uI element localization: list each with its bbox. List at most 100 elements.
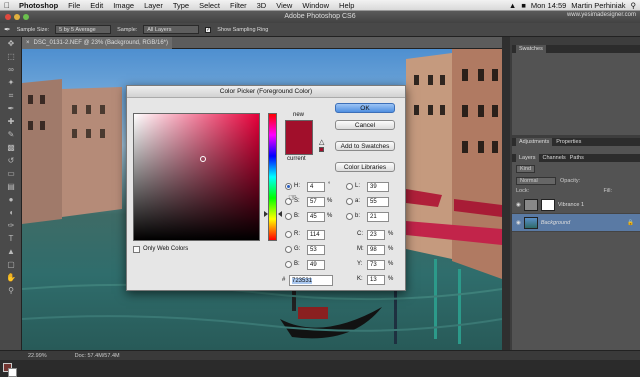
layer-row[interactable]: ◉ Background 🔒 bbox=[512, 214, 640, 232]
minimize-icon[interactable] bbox=[14, 14, 20, 20]
visibility-eye-icon[interactable]: ◉ bbox=[516, 202, 521, 208]
gradient-tool-icon[interactable]: ▤ bbox=[3, 181, 19, 193]
current-color-swatch[interactable] bbox=[285, 138, 313, 155]
saturation-brightness-field[interactable] bbox=[133, 113, 260, 241]
a-radio[interactable] bbox=[346, 198, 353, 205]
web-safe-swatch[interactable] bbox=[319, 147, 324, 152]
color-libraries-button[interactable]: Color Libraries bbox=[335, 162, 395, 172]
lasso-tool-icon[interactable]: ∞ bbox=[3, 64, 19, 76]
cyan-field[interactable]: 23 bbox=[367, 230, 385, 240]
layer-name[interactable]: Background bbox=[541, 220, 570, 226]
menu-filter[interactable]: Filter bbox=[225, 1, 252, 10]
menu-select[interactable]: Select bbox=[194, 1, 225, 10]
brush-tool-icon[interactable]: ✎ bbox=[3, 129, 19, 141]
red-radio[interactable] bbox=[285, 231, 292, 238]
quick-select-tool-icon[interactable]: ✦ bbox=[3, 77, 19, 89]
hue-slider[interactable] bbox=[268, 113, 277, 241]
ok-button[interactable]: OK bbox=[335, 103, 395, 113]
search-icon[interactable]: ⚲ bbox=[631, 1, 637, 10]
apple-menu-icon[interactable]:  bbox=[0, 1, 14, 10]
close-tab-icon[interactable]: × bbox=[26, 37, 30, 49]
menu-window[interactable]: Window bbox=[297, 1, 334, 10]
visibility-eye-icon[interactable]: ◉ bbox=[516, 220, 521, 226]
hue-radio[interactable] bbox=[285, 183, 292, 190]
eyedropper-icon[interactable]: ✒ bbox=[4, 25, 11, 34]
brightness-radio[interactable] bbox=[285, 213, 292, 220]
lab-b-radio[interactable] bbox=[346, 213, 353, 220]
sample-size-select[interactable]: 5 by 5 Average bbox=[55, 25, 112, 34]
sampling-ring-checkbox[interactable]: ✓ bbox=[205, 26, 212, 33]
wifi-icon[interactable]: ▲ bbox=[509, 1, 516, 10]
tab-swatches[interactable]: Swatches bbox=[516, 45, 546, 53]
flag-icon[interactable]: ■ bbox=[521, 1, 526, 10]
green-radio[interactable] bbox=[285, 246, 292, 253]
user-name[interactable]: Martin Perhiniak bbox=[571, 1, 625, 10]
blue-radio[interactable] bbox=[285, 261, 292, 268]
menu-file[interactable]: File bbox=[63, 1, 85, 10]
l-radio[interactable] bbox=[346, 183, 353, 190]
tab-paths[interactable]: Paths bbox=[570, 155, 584, 161]
menu-photoshop[interactable]: Photoshop bbox=[14, 1, 63, 10]
layer-name[interactable]: Vibrance 1 bbox=[558, 202, 584, 208]
pen-tool-icon[interactable]: ✑ bbox=[3, 220, 19, 232]
sample-select[interactable]: All Layers bbox=[143, 25, 200, 34]
menu-type[interactable]: Type bbox=[168, 1, 194, 10]
healing-tool-icon[interactable]: ✚ bbox=[3, 116, 19, 128]
path-select-tool-icon[interactable]: ▲ bbox=[3, 246, 19, 258]
type-tool-icon[interactable]: T bbox=[3, 233, 19, 245]
hue-slider-handle-right[interactable] bbox=[278, 211, 282, 217]
blur-tool-icon[interactable]: ● bbox=[3, 194, 19, 206]
tab-channels[interactable]: Channels bbox=[543, 155, 566, 161]
adjustment-thumb bbox=[523, 198, 538, 211]
tab-layers[interactable]: Layers bbox=[516, 154, 539, 162]
tab-adjustments[interactable]: Adjustments bbox=[516, 138, 553, 146]
hue-field[interactable]: 4 bbox=[307, 182, 325, 192]
blend-mode-select[interactable]: Normal bbox=[516, 177, 556, 185]
magenta-field[interactable]: 98 bbox=[367, 245, 385, 255]
document-tab[interactable]: × DSC_0131-2.NEF @ 23% (Background, RGB/… bbox=[22, 36, 172, 49]
eraser-tool-icon[interactable]: ▭ bbox=[3, 168, 19, 180]
only-web-colors-checkbox[interactable] bbox=[133, 246, 140, 253]
layer-filter-kind[interactable]: Kind bbox=[516, 165, 536, 173]
app-title: Adobe Photoshop CS6 bbox=[0, 11, 640, 23]
menu-3d[interactable]: 3D bbox=[252, 1, 272, 10]
current-color-label: current bbox=[287, 156, 306, 162]
shape-tool-icon[interactable]: ▢ bbox=[3, 259, 19, 271]
menu-image[interactable]: Image bbox=[108, 1, 139, 10]
blue-field[interactable]: 49 bbox=[307, 260, 325, 270]
green-field[interactable]: 53 bbox=[307, 245, 325, 255]
zoom-icon[interactable] bbox=[23, 14, 29, 20]
cancel-button[interactable]: Cancel bbox=[335, 120, 395, 130]
move-tool-icon[interactable]: ✥ bbox=[3, 38, 19, 50]
hue-slider-handle-left[interactable] bbox=[264, 211, 268, 217]
lab-a-field[interactable]: 55 bbox=[367, 197, 389, 207]
saturation-field[interactable]: 57 bbox=[307, 197, 325, 207]
history-brush-icon[interactable]: ↺ bbox=[3, 155, 19, 167]
black-field[interactable]: 13 bbox=[367, 275, 385, 285]
stamp-tool-icon[interactable]: ▩ bbox=[3, 142, 19, 154]
lab-l-field[interactable]: 39 bbox=[367, 182, 389, 192]
menu-edit[interactable]: Edit bbox=[85, 1, 108, 10]
menu-view[interactable]: View bbox=[271, 1, 297, 10]
lab-b-field[interactable]: 21 bbox=[367, 212, 389, 222]
dodge-tool-icon[interactable]: ◖ bbox=[3, 207, 19, 219]
hex-field[interactable]: 723531 bbox=[289, 275, 333, 286]
color-picker-cursor[interactable] bbox=[200, 156, 206, 162]
gamut-warning-icon[interactable]: △ bbox=[319, 138, 324, 146]
eyedropper-tool-icon[interactable]: ✒ bbox=[3, 103, 19, 115]
close-icon[interactable] bbox=[5, 14, 11, 20]
yellow-field[interactable]: 73 bbox=[367, 260, 385, 270]
zoom-tool-icon[interactable]: ⚲ bbox=[3, 285, 19, 297]
tab-properties[interactable]: Properties bbox=[556, 139, 581, 145]
red-field[interactable]: 114 bbox=[307, 230, 325, 240]
marquee-tool-icon[interactable]: ⬚ bbox=[3, 51, 19, 63]
brightness-field[interactable]: 45 bbox=[307, 212, 325, 222]
background-color-swatch[interactable] bbox=[8, 368, 17, 377]
zoom-level[interactable]: 22.99% bbox=[28, 353, 47, 359]
hand-tool-icon[interactable]: ✋ bbox=[3, 272, 19, 284]
menu-help[interactable]: Help bbox=[334, 1, 359, 10]
crop-tool-icon[interactable]: ⌗ bbox=[3, 90, 19, 102]
add-to-swatches-button[interactable]: Add to Swatches bbox=[335, 141, 395, 151]
layer-row[interactable]: ◉ Vibrance 1 bbox=[512, 196, 640, 214]
menu-layer[interactable]: Layer bbox=[139, 1, 168, 10]
